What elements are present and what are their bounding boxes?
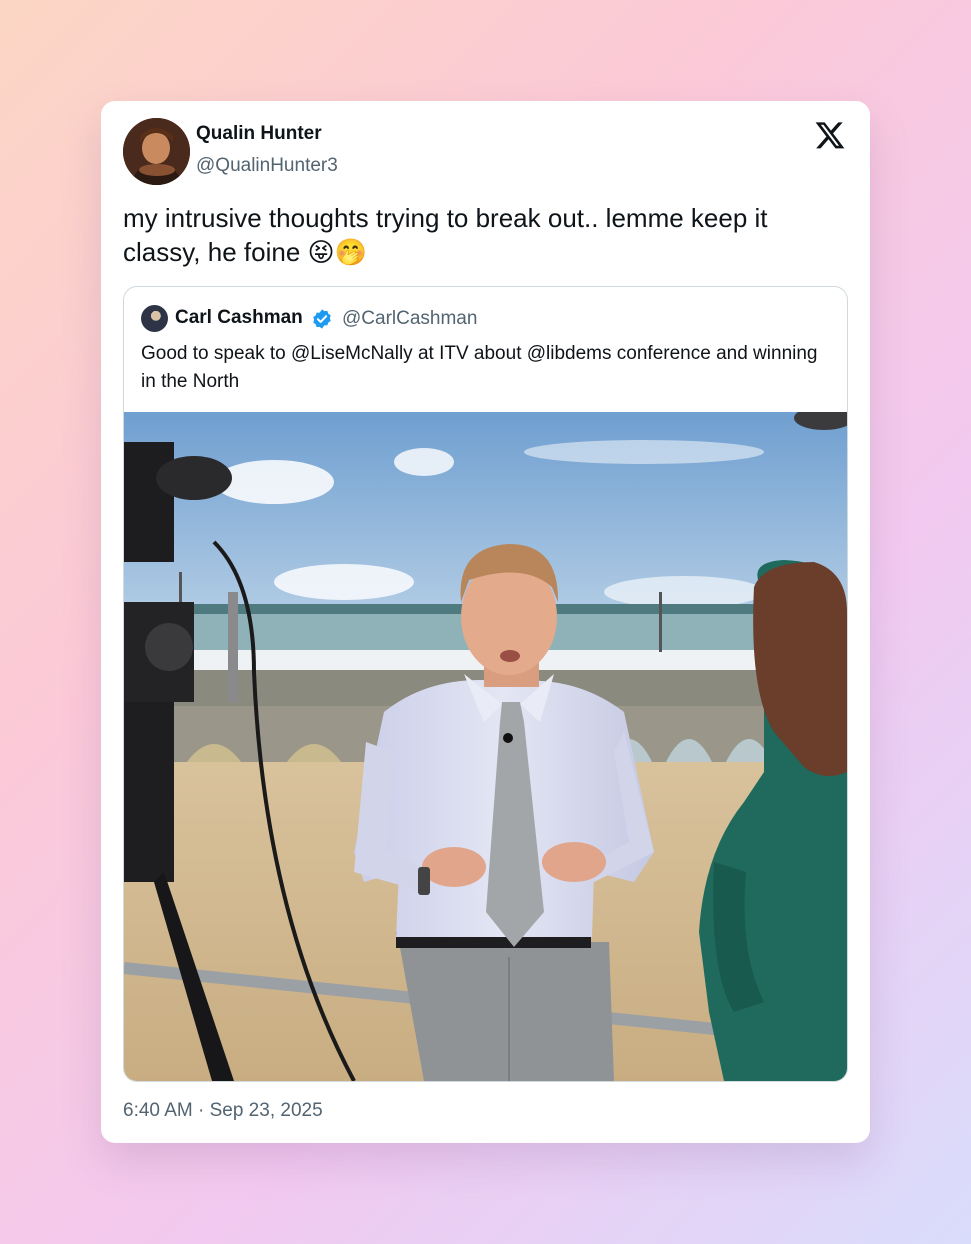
tweet-card: Qualin Hunter @QualinHunter3 my intrusiv… xyxy=(101,101,870,1143)
squinting-tongue-emoji: 😝 xyxy=(307,238,335,268)
author-avatar[interactable] xyxy=(123,118,190,185)
quoted-tweet[interactable]: Carl Cashman @CarlCashman Good to speak … xyxy=(123,286,848,1082)
x-logo-icon[interactable] xyxy=(814,119,846,151)
tweet-timestamp[interactable]: 6:40 AM · Sep 23, 2025 xyxy=(123,1100,323,1122)
author-handle[interactable]: @QualinHunter3 xyxy=(196,155,338,177)
quoted-author-name[interactable]: Carl Cashman xyxy=(175,307,303,329)
tweet-text: my intrusive thoughts trying to break ou… xyxy=(123,201,843,270)
quoted-author-avatar[interactable] xyxy=(141,305,168,332)
quoted-tweet-text: Good to speak to @LiseMcNally at ITV abo… xyxy=(141,343,818,392)
verified-badge-icon xyxy=(311,308,333,330)
avatar-image xyxy=(123,118,190,185)
author-name[interactable]: Qualin Hunter xyxy=(196,123,322,145)
quoted-author-handle[interactable]: @CarlCashman xyxy=(342,308,477,330)
tweet-body: my intrusive thoughts trying to break ou… xyxy=(123,203,768,267)
quoted-tweet-photo[interactable] xyxy=(124,412,847,1081)
hand-over-mouth-emoji: 🤭 xyxy=(334,238,367,268)
